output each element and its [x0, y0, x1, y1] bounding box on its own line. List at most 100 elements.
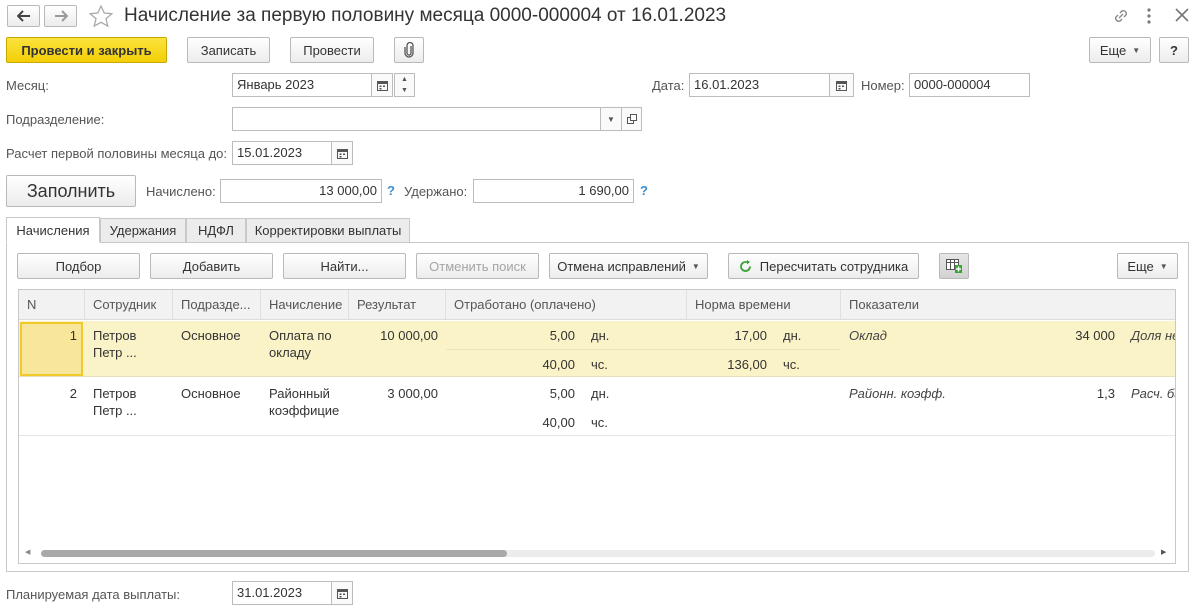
dropdown-icon: ▼	[607, 114, 615, 124]
column-header-indicators[interactable]: Показатели	[841, 290, 1175, 320]
back-arrow-icon	[16, 10, 30, 22]
stepper-up-icon[interactable]: ▲	[395, 74, 414, 85]
date-field[interactable]: 16.01.2023	[689, 73, 830, 97]
withheld-label: Удержано:	[404, 184, 468, 199]
pay-date-calendar-button[interactable]	[331, 581, 353, 605]
find-button[interactable]: Найти...	[283, 253, 406, 279]
column-header-n[interactable]: N	[19, 290, 85, 320]
accrual-cell: Оплата по	[269, 328, 332, 343]
cancel-corrections-button[interactable]: Отмена исправлений ▼	[549, 253, 708, 279]
cancel-search-button[interactable]: Отменить поиск	[416, 253, 539, 279]
accruals-table[interactable]: N Сотрудник Подразде... Начисление Резул…	[18, 289, 1176, 564]
column-header-time-norm[interactable]: Норма времени	[687, 290, 841, 320]
scroll-left-arrow[interactable]: ◀	[25, 548, 30, 556]
column-header-worked[interactable]: Отработано (оплачено)	[446, 290, 687, 320]
division-field[interactable]	[232, 107, 601, 131]
indicator-name: Оклад	[849, 328, 887, 343]
pay-date-label: Планируемая дата выплаты:	[6, 587, 180, 602]
number-field[interactable]: 0000-000004	[909, 73, 1030, 97]
division-open-button[interactable]	[621, 107, 642, 131]
more-button[interactable]: Еще ▼	[1089, 37, 1151, 63]
link-button[interactable]	[1112, 7, 1130, 28]
paperclip-icon	[404, 42, 414, 58]
forward-button[interactable]	[44, 5, 77, 27]
norm-days: 17,00	[734, 328, 767, 343]
employee-name: Петров	[93, 386, 137, 401]
worked-days: 5,00	[549, 328, 575, 343]
worked-days: 5,00	[549, 386, 575, 401]
indicator-next: Доля не	[1131, 328, 1176, 343]
withheld-help-icon[interactable]: ?	[640, 183, 648, 198]
column-header-accrual[interactable]: Начисление	[261, 290, 349, 320]
division-cell: Основное	[181, 386, 241, 401]
post-button[interactable]: Провести	[290, 37, 374, 63]
accrual-cell-cont: коэффицие	[269, 403, 340, 418]
norm-days-unit: дн.	[783, 328, 802, 343]
worked-hours-unit: чс.	[591, 357, 608, 372]
worked-hours: 40,00	[542, 415, 575, 430]
cancel-corrections-label: Отмена исправлений	[557, 258, 686, 274]
pick-button[interactable]: Подбор	[17, 253, 140, 279]
month-label: Месяц:	[6, 78, 49, 93]
link-icon	[1115, 10, 1127, 22]
scroll-right-arrow[interactable]: ▶	[1161, 548, 1166, 556]
column-header-division[interactable]: Подразде...	[173, 290, 261, 320]
norm-hours: 136,00	[727, 357, 767, 372]
recalc-employee-button[interactable]: Пересчитать сотрудника	[728, 253, 919, 279]
number-label: Номер:	[861, 78, 905, 93]
back-button[interactable]	[7, 5, 40, 27]
table-settings-button[interactable]	[939, 253, 969, 279]
month-stepper[interactable]: ▲ ▼	[394, 73, 415, 97]
forward-arrow-icon	[54, 10, 68, 22]
help-button[interactable]: ?	[1159, 37, 1189, 63]
employee-name: Петров	[93, 328, 137, 343]
month-field[interactable]: Январь 2023	[232, 73, 372, 97]
close-button[interactable]	[1174, 7, 1190, 26]
worked-days-unit: дн.	[591, 386, 610, 401]
open-icon	[626, 114, 637, 124]
more-label: Еще	[1099, 42, 1127, 58]
month-calendar-button[interactable]	[371, 73, 393, 97]
withheld-field: 1 690,00	[473, 179, 634, 203]
close-icon	[1175, 8, 1189, 22]
calendar-icon	[376, 80, 388, 91]
calc-until-field[interactable]: 15.01.2023	[232, 141, 332, 165]
indicator-value: 34 000	[1075, 328, 1115, 343]
accrued-label: Начислено:	[146, 184, 216, 199]
indicator-value: 1,3	[1096, 386, 1115, 401]
tab-ndfl[interactable]: НДФЛ	[186, 218, 246, 243]
window-title: Начисление за первую половину месяца 000…	[124, 5, 727, 26]
tab-deductions[interactable]: Удержания	[100, 218, 186, 243]
division-dropdown-button[interactable]: ▼	[600, 107, 622, 131]
post-and-close-button[interactable]: Провести и закрыть	[6, 37, 167, 63]
horizontal-scrollbar-thumb[interactable]	[41, 550, 507, 557]
row-divider	[446, 349, 841, 350]
employee-name-cont: Петр ...	[93, 403, 137, 418]
accrued-field: 13 000,00	[220, 179, 382, 203]
tab-accruals[interactable]: Начисления	[6, 217, 100, 243]
table-add-icon	[946, 259, 962, 273]
fill-button[interactable]: Заполнить	[6, 175, 136, 207]
pay-date-field[interactable]: 31.01.2023	[232, 581, 332, 605]
chevron-down-icon: ▼	[1132, 45, 1141, 55]
date-calendar-button[interactable]	[829, 73, 854, 97]
add-button[interactable]: Добавить	[150, 253, 273, 279]
tab-payment-corrections[interactable]: Корректировки выплаты	[246, 218, 410, 243]
worked-days-unit: дн.	[591, 328, 610, 343]
star-icon	[88, 4, 114, 28]
refresh-icon	[739, 259, 751, 272]
row-number: 1	[69, 328, 77, 343]
menu-button[interactable]	[1146, 7, 1152, 28]
attach-button[interactable]	[394, 37, 424, 63]
column-header-employee[interactable]: Сотрудник	[85, 290, 173, 320]
calc-until-calendar-button[interactable]	[331, 141, 353, 165]
accrued-help-icon[interactable]: ?	[387, 183, 395, 198]
result-cell: 3 000,00	[387, 386, 438, 401]
stepper-down-icon[interactable]: ▼	[395, 85, 414, 96]
favorite-star[interactable]	[88, 4, 114, 30]
table-more-button[interactable]: Еще ▼	[1117, 253, 1178, 279]
save-button[interactable]: Записать	[187, 37, 270, 63]
recalc-employee-label: Пересчитать сотрудника	[759, 258, 909, 274]
column-header-result[interactable]: Результат	[349, 290, 446, 320]
calc-until-label: Расчет первой половины месяца до:	[6, 146, 227, 161]
